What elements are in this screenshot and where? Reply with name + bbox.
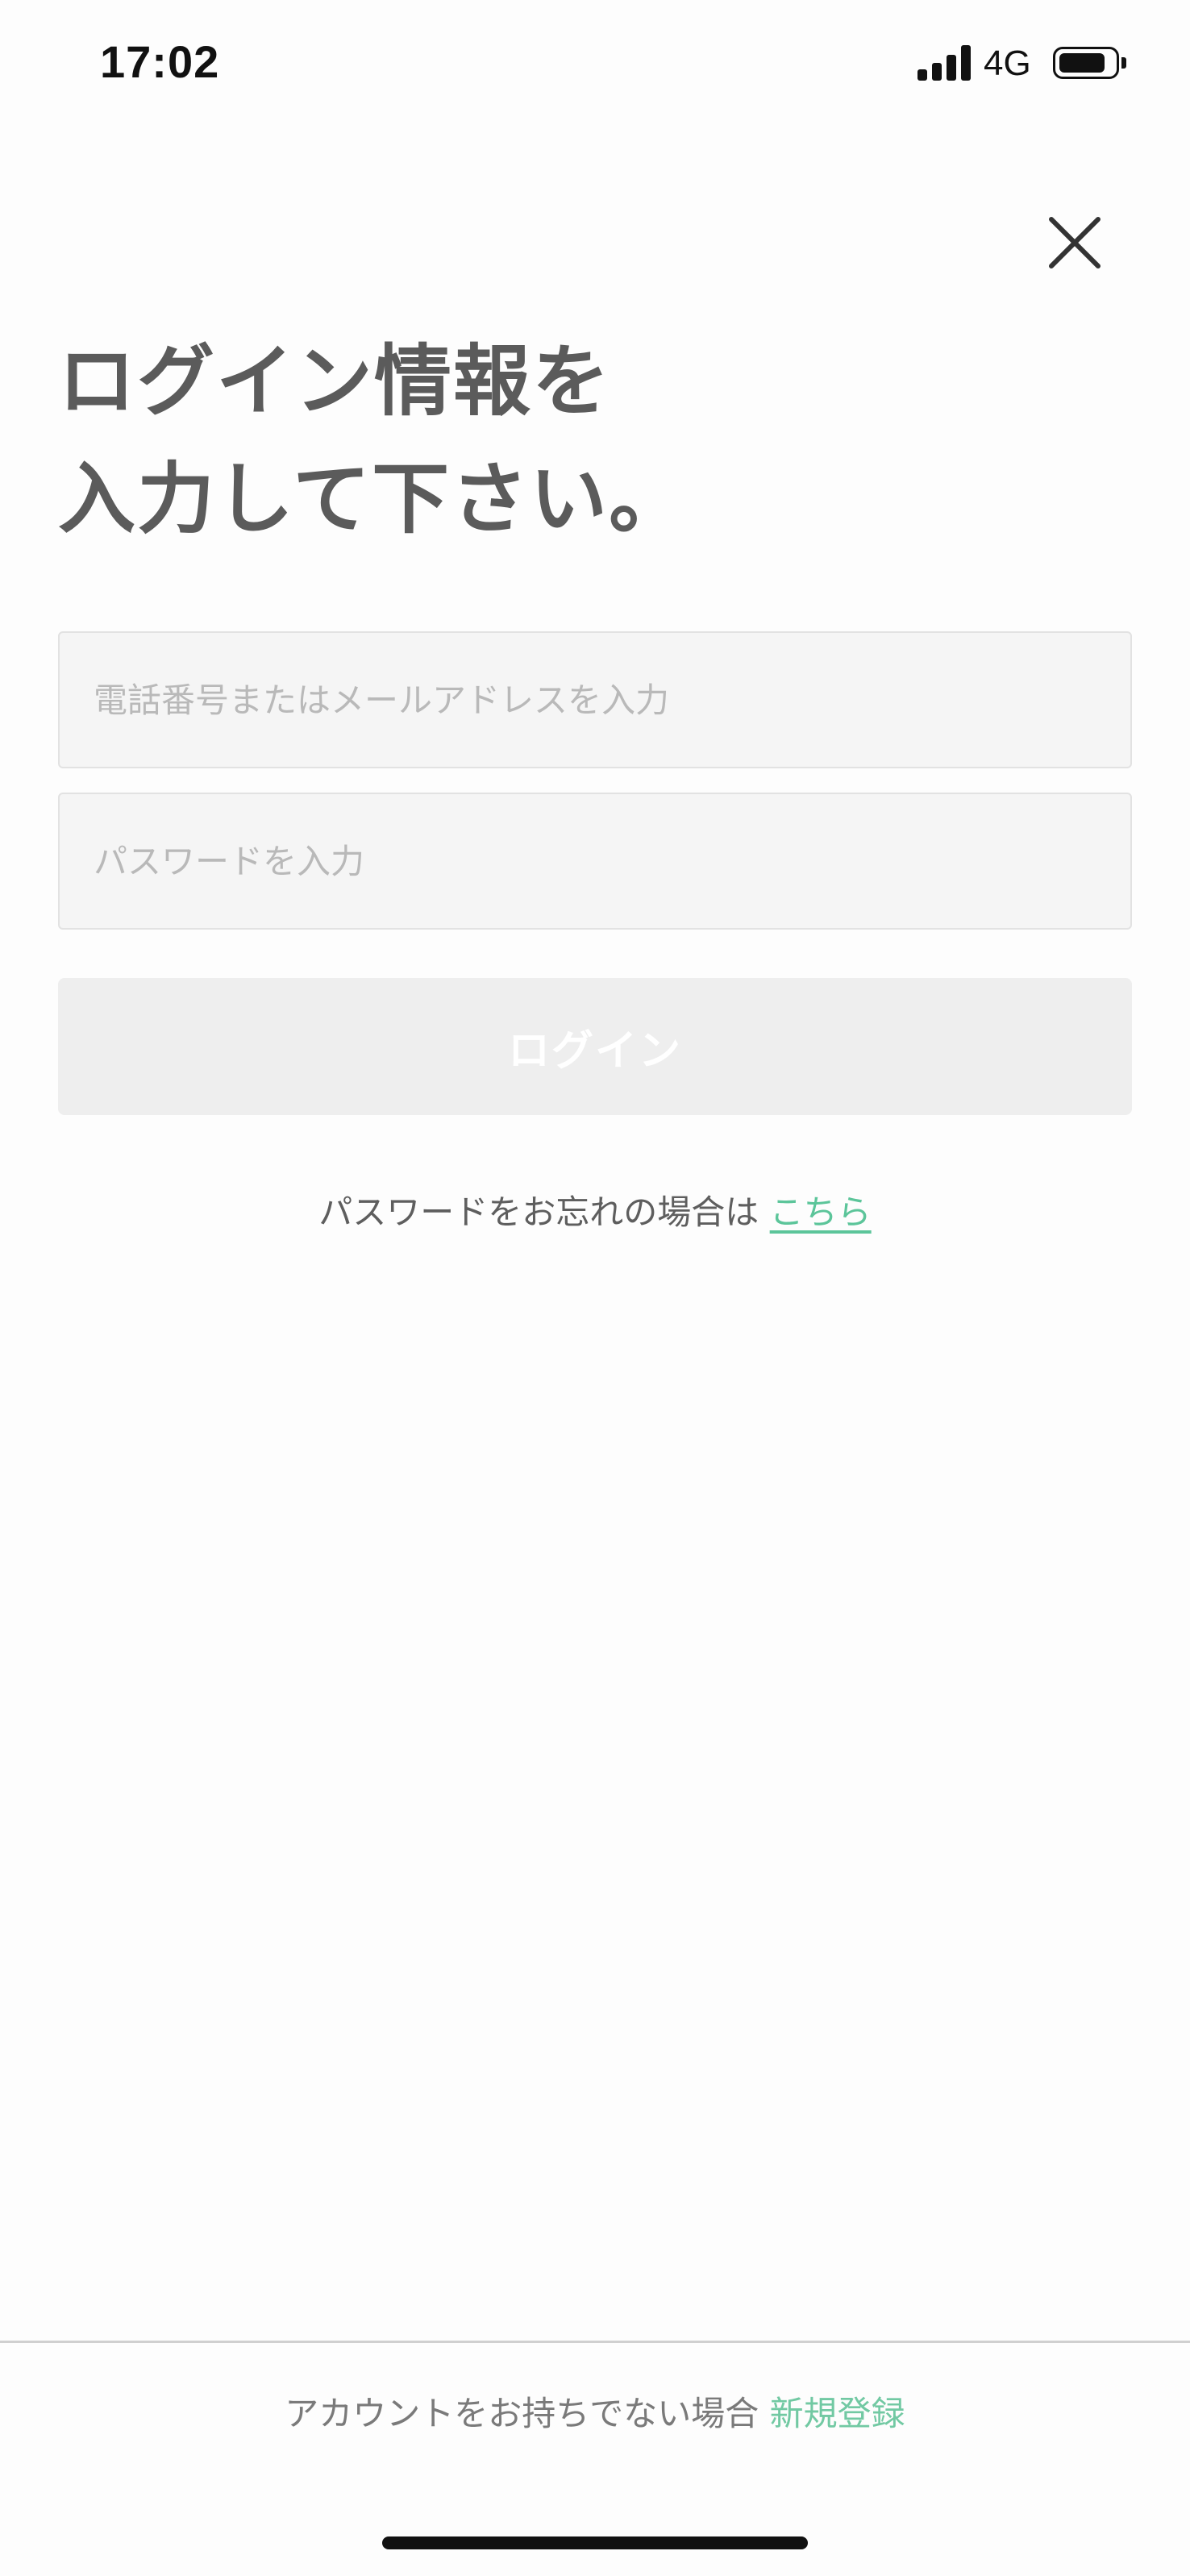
battery-level: [1059, 53, 1105, 73]
signal-strength-icon: [917, 45, 971, 81]
page-title: ログイン情報を 入力して下さい。: [58, 323, 688, 558]
page-title-line-2: 入力して下さい。: [58, 454, 689, 544]
forgot-password-row: パスワードをお忘れの場合は こちら: [0, 1185, 1190, 1234]
battery-icon: [1053, 47, 1119, 79]
footer-divider: [0, 2341, 1190, 2343]
page-title-line-1: ログイン情報を: [58, 336, 611, 427]
signup-text: アカウントをお持ちでない場合: [285, 2394, 759, 2433]
battery-cap: [1121, 57, 1126, 69]
phone-or-email-input[interactable]: [58, 631, 1132, 768]
login-button[interactable]: ログイン: [58, 978, 1132, 1115]
close-button[interactable]: [1040, 208, 1109, 277]
password-input[interactable]: [58, 793, 1132, 930]
forgot-password-link[interactable]: こちら: [770, 1192, 872, 1232]
signup-link[interactable]: 新規登録: [770, 2394, 905, 2433]
forgot-password-text: パスワードをお忘れの場合は: [318, 1192, 759, 1232]
signup-row: アカウントをお持ちでない場合 新規登録: [0, 2387, 1190, 2436]
status-bar: 17:02 4G: [0, 0, 1190, 129]
status-time: 17:02: [100, 36, 220, 87]
home-indicator[interactable]: [382, 2536, 808, 2549]
network-type: 4G: [984, 44, 1031, 83]
close-icon: [1049, 217, 1101, 268]
